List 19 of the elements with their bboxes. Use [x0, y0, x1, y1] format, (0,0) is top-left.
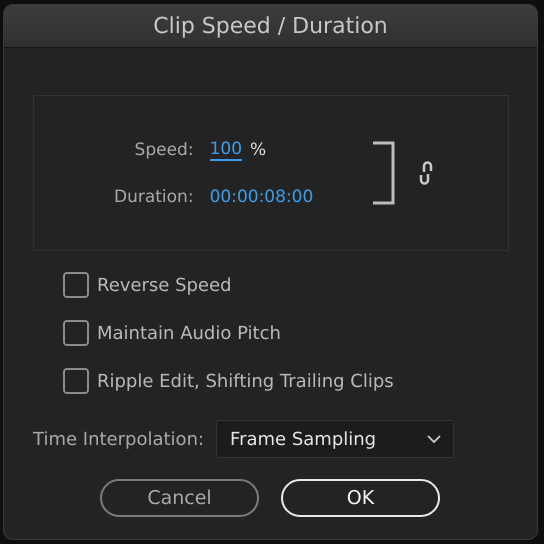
ok-button[interactable]: OK	[281, 479, 440, 517]
checkbox[interactable]	[63, 272, 89, 298]
speed-value[interactable]: 100	[210, 139, 242, 161]
speed-label: Speed:	[134, 140, 194, 160]
checkbox-label: Maintain Audio Pitch	[97, 322, 281, 344]
checkbox[interactable]	[63, 320, 89, 346]
window-title: Clip Speed / Duration	[153, 14, 388, 38]
interpolation-dropdown[interactable]: Frame Sampling	[216, 420, 454, 458]
bracket-icon	[373, 141, 396, 205]
checkbox-label: Reverse Speed	[97, 274, 232, 296]
duration-value[interactable]: 00:00:08:00	[210, 187, 314, 207]
link-icon[interactable]	[419, 160, 434, 186]
duration-label: Duration:	[114, 187, 194, 207]
chevron-down-icon	[427, 435, 442, 443]
unit-label: %	[250, 140, 266, 160]
interpolation-label: Time Interpolation:	[33, 428, 204, 450]
cancel-button[interactable]: Cancel	[100, 479, 259, 517]
checkbox[interactable]	[63, 368, 89, 394]
checkbox-label: Ripple Edit, Shifting Trailing Clips	[97, 370, 394, 392]
